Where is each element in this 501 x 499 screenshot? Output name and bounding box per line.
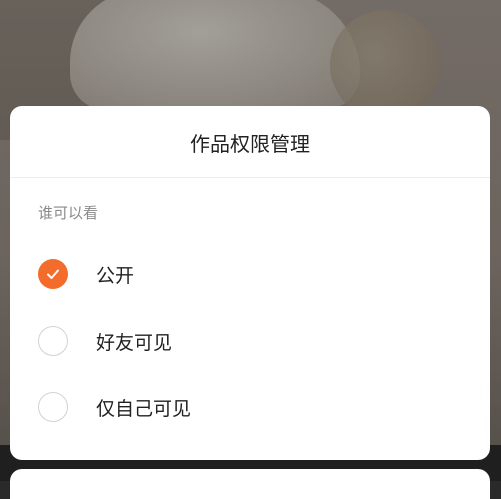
option-public[interactable]: 公开 (10, 244, 490, 304)
permission-dialog: 作品权限管理 谁可以看 公开 好友可见 仅自己可见 (10, 106, 490, 460)
radio-public[interactable] (38, 259, 68, 289)
bottom-sheet-card (10, 469, 490, 499)
title-divider (10, 177, 490, 178)
option-friends-only[interactable]: 好友可见 (10, 311, 490, 371)
radio-friends-only[interactable] (38, 326, 68, 356)
option-public-label: 公开 (96, 264, 135, 287)
dialog-title: 作品权限管理 (190, 131, 310, 156)
option-only-me[interactable]: 仅自己可见 (10, 377, 490, 437)
option-friends-only-label: 好友可见 (96, 331, 173, 354)
option-only-me-label: 仅自己可见 (96, 397, 192, 420)
radio-only-me[interactable] (38, 392, 68, 422)
section-label-who-can-see: 谁可以看 (38, 204, 99, 222)
check-icon (47, 269, 59, 279)
